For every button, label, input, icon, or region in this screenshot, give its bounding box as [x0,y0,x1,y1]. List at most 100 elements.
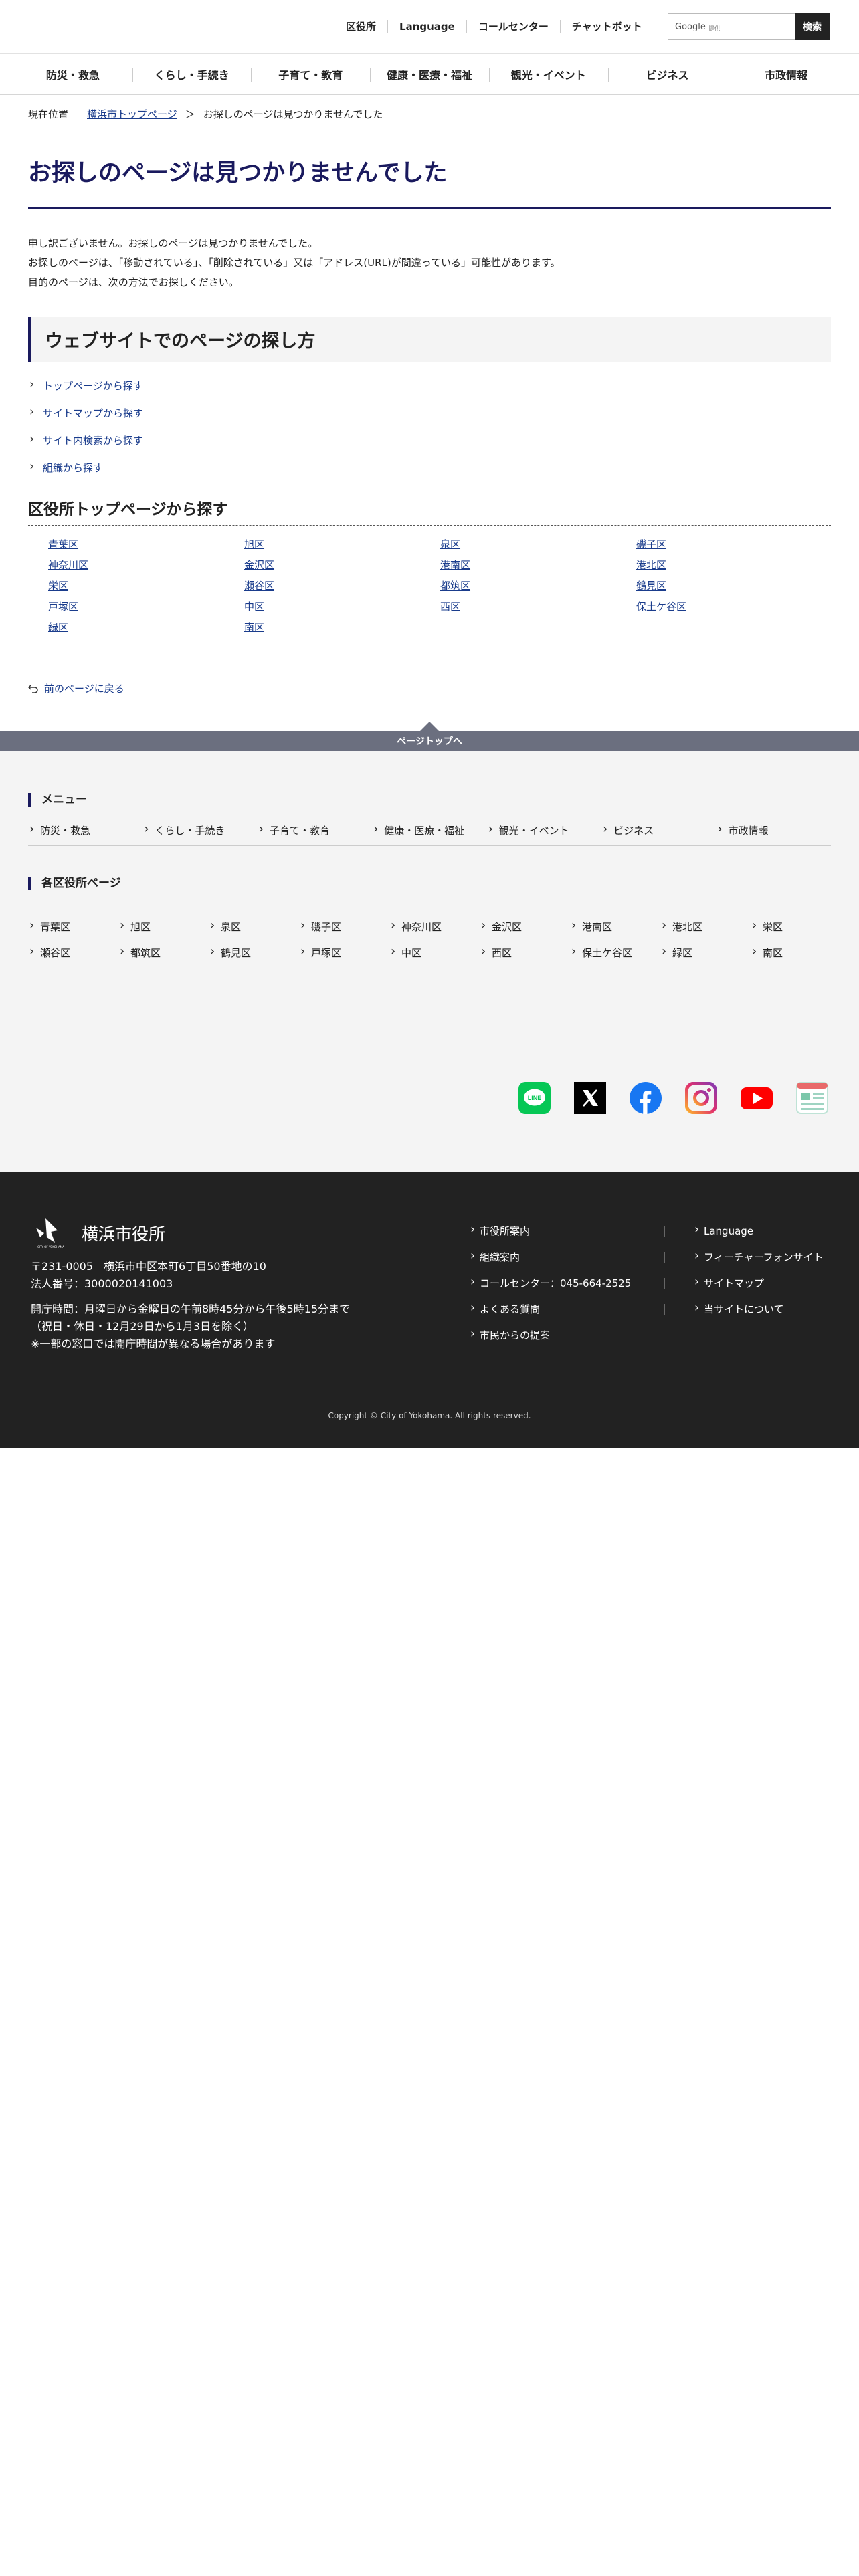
footer-link-call-center[interactable]: コールセンター：045-664-2525 [470,1275,631,1290]
footer-ward-link[interactable]: 緑区 [660,945,751,960]
link-search-site-search[interactable]: サイト内検索から探す [28,433,143,461]
back-link[interactable]: 前のページに戻る [28,681,124,695]
ward-link[interactable]: 金沢区 [244,558,440,572]
footer-ward-link[interactable]: 南区 [751,945,841,960]
ward-link[interactable]: 中区 [244,600,440,613]
search-button[interactable]: 検索 [795,13,830,40]
ward-link[interactable]: 保土ケ谷区 [636,600,832,613]
footer-link-city-hall-guide[interactable]: 市役所案内 [470,1223,631,1238]
utility-link-call-center[interactable]: コールセンター [466,20,560,33]
footer-ward-link[interactable]: 栄区 [751,919,841,934]
search-input[interactable]: Google 提供 [668,13,795,40]
search-ways-list: トップページから探す サイトマップから探す サイト内検索から探す 組織から探す [28,378,143,489]
footer-ward-link[interactable]: 港南区 [570,919,660,934]
footer-link-about-site[interactable]: 当サイトについて [694,1301,824,1316]
nav-item-health[interactable]: 健康・医療・福祉 [370,54,489,94]
utility-link-chatbot[interactable]: チャットボット [559,20,654,33]
footer-ward-link[interactable]: 戸塚区 [299,945,389,960]
ward-link[interactable]: 南区 [244,621,440,634]
footer-ward-link[interactable]: 金沢区 [480,919,570,934]
ward-link[interactable]: 緑区 [48,621,244,634]
youtube-icon[interactable] [741,1082,773,1114]
footer-menu-item[interactable]: 健康・医療・福祉 [372,822,486,837]
x-icon[interactable] [574,1082,606,1114]
page-top-button[interactable]: ページトップへ [0,722,859,751]
utility-link-language[interactable]: Language [387,20,466,33]
line-icon[interactable]: LINE [518,1082,551,1114]
link-search-organization[interactable]: 組織から探す [28,460,143,489]
intro-line: 目的のページは、次の方法でお探しください。 [28,276,239,288]
footer-info: 〒231-0005 横浜市中区本町6丁目50番地の10 法人番号：3000020… [31,1258,350,1353]
back-link-label: 前のページに戻る [44,683,124,695]
footer-divider [664,1252,665,1263]
ward-link[interactable]: 港北区 [636,558,832,572]
footer-ward-link[interactable]: 磯子区 [299,919,389,934]
footer-ward-link[interactable]: 泉区 [209,919,299,934]
footer-corporate-number: 法人番号：3000020141003 [31,1277,173,1290]
footer-logo[interactable]: CITY OF YOKOHAMA 横浜市役所 [31,1217,165,1249]
footer-ward-link[interactable]: 瀬谷区 [28,945,118,960]
yokohama-logo-icon: CITY OF YOKOHAMA [31,1217,71,1249]
ward-link[interactable]: 神奈川区 [48,558,244,572]
footer-link-feature-phone[interactable]: フィーチャーフォンサイト [694,1249,824,1264]
nav-item-disaster[interactable]: 防災・救急 [13,54,132,94]
ward-link[interactable]: 戸塚区 [48,600,244,613]
facebook-icon[interactable] [630,1082,662,1114]
intro-line: 申し訳ございません。お探しのページは見つかりませんでした。 [28,237,318,249]
ward-link[interactable]: 瀬谷区 [244,579,440,593]
nav-item-living[interactable]: くらし・手続き [132,54,252,94]
footer-divider [664,1278,665,1289]
footer-ward-link[interactable]: 港北区 [660,919,751,934]
footer-menu-item[interactable]: 防災・救急 [28,822,142,837]
instagram-icon[interactable] [684,1081,718,1115]
ward-link[interactable]: 都筑区 [440,579,636,593]
footer-menu-item[interactable]: 市政情報 [717,822,831,837]
utility-link-ward-office[interactable]: 区役所 [335,20,387,33]
footer-ward-link[interactable]: 都筑区 [118,945,209,960]
footer-menu-item[interactable]: 子育て・教育 [258,822,372,837]
breadcrumb-home-link[interactable]: 横浜市トップページ [87,107,177,121]
footer-menu-item[interactable]: 観光・イベント [487,822,601,837]
footer-menu-item[interactable]: くらし・手続き [142,822,257,837]
footer-menu-list: 防災・救急 くらし・手続き 子育て・教育 健康・医療・福祉 観光・イベント ビジ… [28,822,831,846]
footer-menu-area: メニュー 防災・救急 くらし・手続き 子育て・教育 健康・医療・福祉 観光・イベ… [0,751,859,1172]
footer-ward-link[interactable]: 中区 [389,945,480,960]
ward-link[interactable]: 泉区 [440,538,636,551]
nav-item-business[interactable]: ビジネス [607,54,727,94]
nav-item-childcare[interactable]: 子育て・教育 [251,54,370,94]
nav-item-tourism[interactable]: 観光・イベント [488,54,608,94]
footer-hours-note: （祝日・休日・12月29日から1月3日を除く） [31,1320,254,1333]
nav-item-city-info[interactable]: 市政情報 [727,54,846,94]
footer-ward-link[interactable]: 旭区 [118,919,209,934]
footer-link-proposals[interactable]: 市民からの提案 [470,1327,631,1342]
svg-text:CITY OF YOKOHAMA: CITY OF YOKOHAMA [37,1245,64,1249]
ward-link[interactable]: 旭区 [244,538,440,551]
ward-link[interactable]: 鶴見区 [636,579,832,593]
footer-logo-text: 横浜市役所 [82,1224,166,1244]
ward-link[interactable]: 栄区 [48,579,244,593]
footer-link-faq[interactable]: よくある質問 [470,1301,631,1316]
footer-ward-link[interactable]: 鶴見区 [209,945,299,960]
ward-link[interactable]: 磯子区 [636,538,832,551]
header: 区役所 Language コールセンター チャットボット Google 提供 検索 [0,0,859,53]
ward-link[interactable]: 港南区 [440,558,636,572]
footer-link-sitemap[interactable]: サイトマップ [694,1275,824,1290]
footer-ward-link[interactable]: 西区 [480,945,570,960]
copyright: Copyright © City of Yokohama. All rights… [328,1411,531,1420]
footer-ward-link[interactable]: 神奈川区 [389,919,480,934]
back-arrow-icon [28,684,38,693]
footer-ward-link[interactable]: 青葉区 [28,919,118,934]
footer-ward-link[interactable]: 保土ケ谷区 [570,945,660,960]
link-search-top-page[interactable]: トップページから探す [28,378,143,407]
site-footer: CITY OF YOKOHAMA 横浜市役所 〒231-0005 横浜市中区本町… [0,1172,859,1448]
footer-link-language[interactable]: Language [694,1223,824,1238]
footer-links-left: 市役所案内 組織案内 コールセンター：045-664-2525 よくある質問 市… [470,1223,631,1355]
link-search-sitemap[interactable]: サイトマップから探す [28,405,143,434]
footer-link-organization[interactable]: 組織案内 [470,1249,631,1264]
page-title: お探しのページは見つかりませんでした [28,160,448,187]
footer-menu-item[interactable]: ビジネス [601,822,716,837]
ward-link[interactable]: 西区 [440,600,636,613]
site-search: Google 提供 検索 [668,13,830,40]
news-icon[interactable] [796,1082,828,1114]
ward-link[interactable]: 青葉区 [48,538,244,551]
